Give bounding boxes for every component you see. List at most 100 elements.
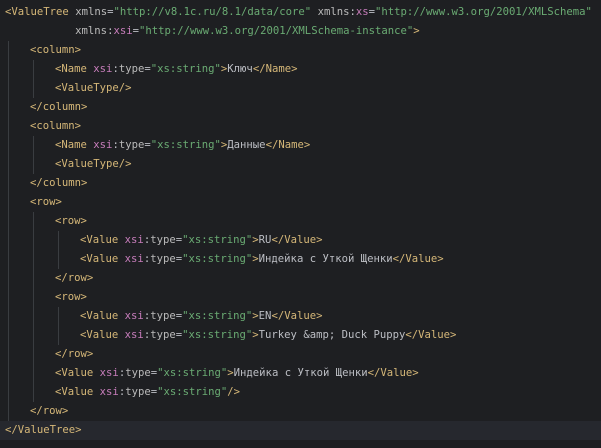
token-text: Ключ xyxy=(227,63,253,75)
token-attr-prefix: xsi xyxy=(113,25,133,37)
code-line[interactable]: </row> xyxy=(0,345,93,364)
token-attr-prefix: xsi xyxy=(99,386,119,398)
token-tag-name: row xyxy=(67,348,87,360)
token-attr-value: "http://www.w3.org/2001/XMLSchema-instan… xyxy=(138,25,414,37)
token-attr-name: type xyxy=(125,386,151,398)
token-attr-name: xmlns xyxy=(75,6,108,18)
code-line[interactable]: <Value xsi:type="xs:string"/> xyxy=(0,383,240,402)
token-bracket: > xyxy=(412,367,419,379)
token-bracket: </ xyxy=(55,348,68,360)
token-bracket: > xyxy=(75,424,82,436)
token-tag-name: Value xyxy=(86,329,119,341)
token-bracket: > xyxy=(80,291,87,303)
token-tag-name: Value xyxy=(86,234,119,246)
code-line[interactable]: <Value xsi:type="xs:string">Индейка с Ут… xyxy=(0,364,419,383)
token-tag-name: Name xyxy=(61,63,87,75)
code-line[interactable]: <Value xsi:type="xs:string">Индейка с Ут… xyxy=(0,250,444,269)
token-tag-name: column xyxy=(42,177,82,189)
token-bracket: > xyxy=(316,234,323,246)
token-bracket: > xyxy=(86,348,94,360)
token-tag-name: ValueTree xyxy=(17,424,76,436)
code-line[interactable]: <row> xyxy=(0,212,87,231)
token-attr-name: type xyxy=(125,367,151,379)
token-tag-name: Value xyxy=(380,367,413,379)
token-attr-name: type xyxy=(118,63,145,75)
token-attr-prefix: xsi xyxy=(124,310,144,322)
token-bracket: > xyxy=(81,177,88,189)
code-line[interactable]: <column> xyxy=(0,41,81,60)
token-attr-name: type xyxy=(118,139,145,151)
code-line[interactable]: <Name xsi:type="xs:string">Ключ</Name> xyxy=(0,60,297,79)
token-tag-name: ValueType xyxy=(61,82,119,94)
code-line[interactable]: </column> xyxy=(0,174,87,193)
token-attr-prefix: xsi xyxy=(99,367,119,379)
token-tag-name: Value xyxy=(61,386,94,398)
code-line[interactable]: </column> xyxy=(0,98,87,117)
code-line[interactable]: <Value xsi:type="xs:string">EN</Value> xyxy=(0,307,322,326)
token-bracket: </ xyxy=(30,177,43,189)
token-bracket: </ xyxy=(30,101,43,113)
code-line[interactable]: <ValueTree xmlns="http://v8.1c.ru/8.1/da… xyxy=(0,3,592,22)
code-editor[interactable]: <ValueTree xmlns="http://v8.1c.ru/8.1/da… xyxy=(0,0,601,448)
token-tag-name: Name xyxy=(265,63,292,75)
token-text: Индейка с Уткой Щенки xyxy=(233,367,368,379)
code-line[interactable]: <Name xsi:type="xs:string">Данные</Name> xyxy=(0,136,310,155)
token-attr-value: "xs:string" xyxy=(182,253,253,265)
token-bracket: > xyxy=(61,405,69,417)
token-bracket: > xyxy=(81,101,88,113)
code-line[interactable]: <ValueType/> xyxy=(0,79,132,98)
token-tag-name: column xyxy=(36,44,75,56)
code-line[interactable]: <row> xyxy=(0,288,87,307)
token-attr-value: "xs:string" xyxy=(157,386,228,398)
token-bracket: > xyxy=(450,329,457,341)
token-bracket: > xyxy=(55,196,62,208)
token-tag-name: ValueTree xyxy=(11,6,69,18)
token-bracket: </ xyxy=(271,234,285,246)
token-attr-prefix: xs xyxy=(355,6,369,18)
token-bracket: > xyxy=(303,139,311,151)
token-tag-name: Value xyxy=(405,253,438,265)
token-bracket: /> xyxy=(118,82,132,94)
token-tag-name: column xyxy=(36,120,75,132)
code-line[interactable]: <Value xsi:type="xs:string">RU</Value> xyxy=(0,231,322,250)
token-tag-name: Value xyxy=(61,367,94,379)
token-bracket: > xyxy=(86,272,94,284)
token-tag-name: row xyxy=(61,215,81,227)
token-tag-name: row xyxy=(67,272,87,284)
token-bracket: > xyxy=(437,253,444,265)
token-tag-name: Value xyxy=(418,329,451,341)
token-attr-value: "xs:string" xyxy=(182,234,253,246)
code-line[interactable]: <ValueType/> xyxy=(0,155,132,174)
token-bracket: > xyxy=(413,25,420,37)
token-attr-name: xmlns xyxy=(75,25,108,37)
code-line[interactable]: </ValueTree> xyxy=(0,421,601,440)
code-line[interactable]: <column> xyxy=(0,117,81,136)
token-tag-name: row xyxy=(61,291,81,303)
token-bracket: </ xyxy=(252,63,266,75)
token-attr-value: "http://v8.1c.ru/8.1/data/core" xyxy=(113,6,312,18)
code-line[interactable]: <Value xsi:type="xs:string">Turkey &amp;… xyxy=(0,326,456,345)
token-bracket: </ xyxy=(367,367,381,379)
token-tag-name: Value xyxy=(86,253,119,265)
code-line[interactable]: <row> xyxy=(0,193,62,212)
token-attr-prefix: xsi xyxy=(93,139,113,151)
token-attr-prefix: xsi xyxy=(124,329,144,341)
code-line[interactable]: </row> xyxy=(0,402,68,421)
code-line[interactable]: xmlns:xsi="http://www.w3.org/2001/XMLSch… xyxy=(0,22,420,41)
token-attr-value: "xs:string" xyxy=(150,63,221,75)
token-tag-name: row xyxy=(42,405,62,417)
token-bracket: > xyxy=(74,44,82,56)
token-bracket: </ xyxy=(271,310,285,322)
token-bracket: /> xyxy=(118,158,132,170)
token-tag-name: Name xyxy=(278,139,304,151)
token-attr-value: "xs:string" xyxy=(157,367,228,379)
token-text: Данные xyxy=(227,139,266,151)
token-tag-name: Name xyxy=(61,139,87,151)
token-attr-value: "http://www.w3.org/2001/XMLSchema" xyxy=(375,6,592,18)
code-line[interactable]: </row> xyxy=(0,269,93,288)
token-attr-name: type xyxy=(150,253,176,265)
token-attr-prefix: xsi xyxy=(93,63,113,75)
token-bracket: > xyxy=(74,120,82,132)
token-attr-name: type xyxy=(150,329,176,341)
